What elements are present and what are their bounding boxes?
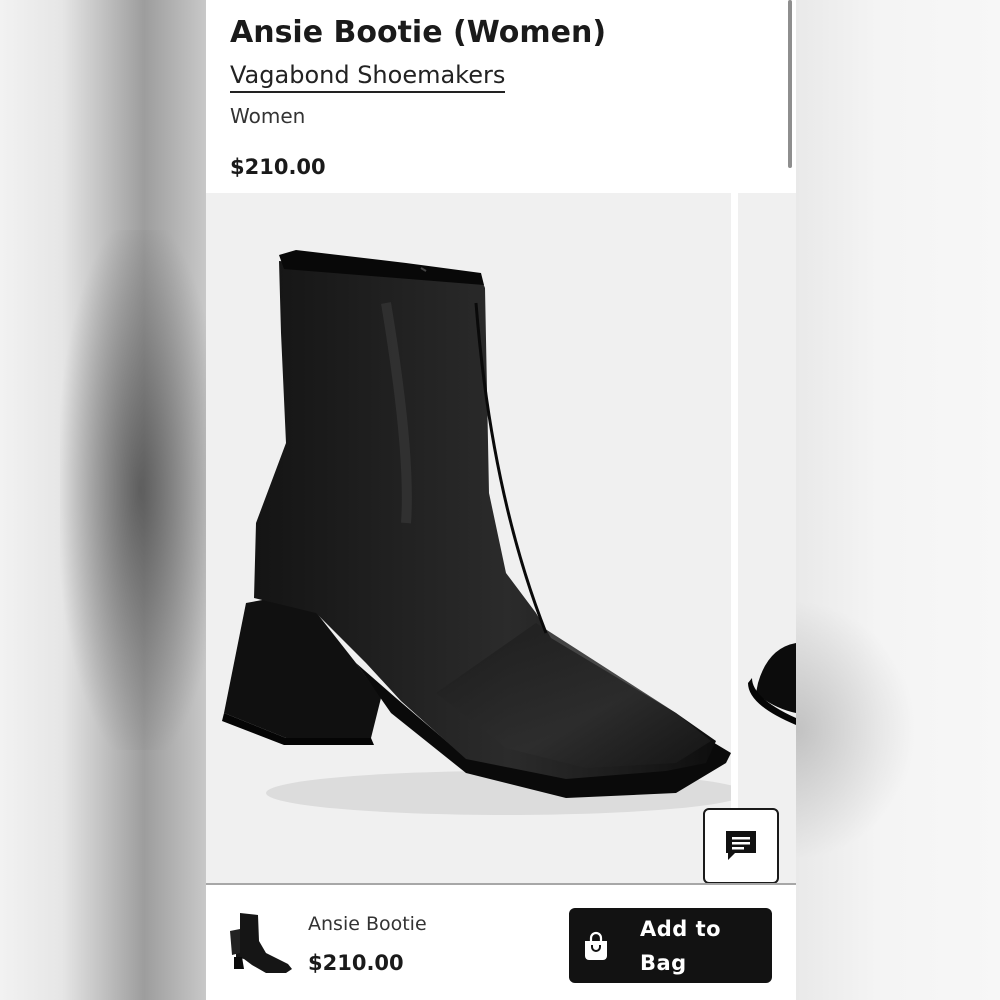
product-image-main[interactable] [206, 193, 731, 883]
image-carousel[interactable] [206, 193, 796, 883]
add-to-bag-button[interactable]: Add to Bag [569, 908, 772, 983]
add-to-bag-label: Add to Bag [640, 916, 722, 975]
product-image-next[interactable] [738, 193, 796, 883]
product-header: Ansie Bootie (Women) Vagabond Shoemakers… [230, 12, 776, 129]
boot-image [222, 250, 731, 815]
chat-button[interactable] [703, 808, 779, 884]
brand-link[interactable]: Vagabond Shoemakers [230, 60, 506, 93]
product-title: Ansie Bootie (Women) [230, 15, 607, 50]
product-page-screen: Ansie Bootie (Women) Vagabond Shoemakers… [206, 0, 796, 1000]
sticky-add-to-bag-bar: Ansie Bootie $210.00 Add to Bag [206, 885, 796, 1000]
blurred-background-left [0, 0, 220, 1000]
sticky-product-name: Ansie Bootie [308, 913, 427, 935]
boot-image-partial [748, 643, 796, 725]
product-thumbnail[interactable] [226, 909, 296, 979]
department-label: Women [230, 104, 306, 128]
product-price: $210.00 [230, 155, 326, 179]
sticky-product-price: $210.00 [308, 951, 404, 975]
shopping-bag-icon [585, 931, 607, 960]
scrollbar[interactable] [788, 0, 792, 168]
blurred-background-right [796, 0, 1000, 1000]
chat-icon [726, 831, 756, 860]
